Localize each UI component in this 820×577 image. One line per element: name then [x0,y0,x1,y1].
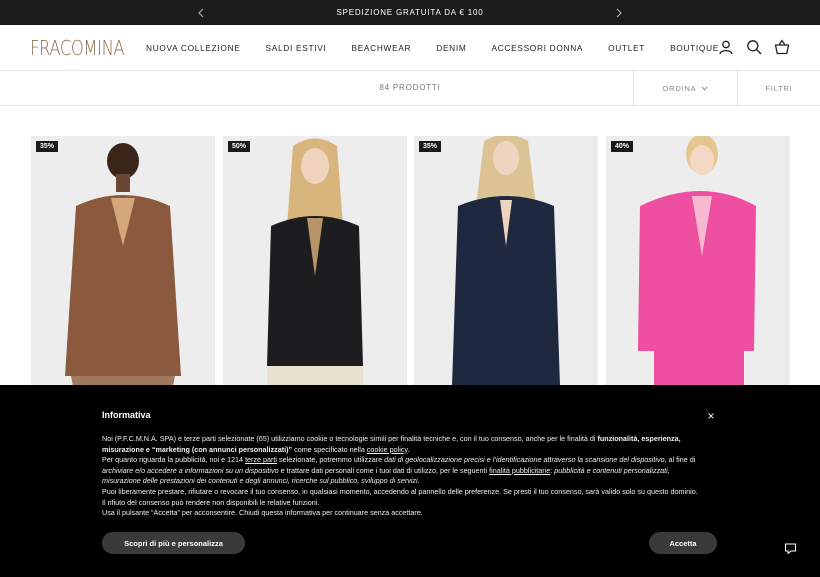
product-image [267,138,363,386]
ad-purposes-link[interactable]: finalità pubblicitarie [489,466,550,475]
product-image [452,136,560,386]
product-image [65,143,181,386]
nav-item-beachwear[interactable]: BEACHWEAR [351,43,411,53]
announcement-text: SPEDIZIONE GRATUITA DA € 100 [336,8,484,17]
cookie-policy-link[interactable]: cookie policy [367,445,408,454]
collection-toolbar: 84 PRODOTTI ORDINA FILTRI [0,71,820,106]
discount-badge: 35% [419,141,442,152]
product-image [638,136,756,386]
discount-badge: 50% [228,141,251,152]
cookie-text: Noi (P.F.C.M.N.A. SPA) e terze parti sel… [102,434,702,519]
site-header: FRACOMINA NUOVA COLLEZIONE SALDI ESTIVI … [0,25,820,71]
account-icon[interactable] [718,39,734,55]
discount-badge: 35% [36,141,59,152]
chevron-right-icon[interactable] [612,6,626,20]
third-parties-link[interactable]: terze parti [245,455,277,464]
search-icon[interactable] [746,39,762,55]
header-icons [718,39,790,55]
nav-item-outlet[interactable]: OUTLET [608,43,645,53]
learn-more-button[interactable]: Scopri di più e personalizza [102,532,245,554]
product-card[interactable]: 50% [223,136,407,386]
nav-item-boutique[interactable]: BOUTIQUE [670,43,719,53]
cart-icon[interactable] [774,39,790,55]
cookie-paragraph-1: Noi (P.F.C.M.N.A. SPA) e terze parti sel… [102,434,681,454]
close-icon[interactable]: × [704,409,718,423]
sort-button[interactable]: ORDINA [633,71,737,106]
cookie-paragraph-2: Per quanto riguarda la pubblicità, noi e… [102,455,696,486]
filters-label: FILTRI [765,84,793,93]
chat-icon[interactable] [784,542,797,555]
logo[interactable]: FRACOMINA [30,36,125,60]
chevron-left-icon[interactable] [194,6,208,20]
product-card[interactable]: 35% [31,136,215,386]
announcement-bar: SPEDIZIONE GRATUITA DA € 100 [0,0,820,25]
product-card[interactable]: 40% [606,136,790,386]
nav-item-saldi-estivi[interactable]: SALDI ESTIVI [266,43,327,53]
cookie-paragraph-4: Usa il pulsante “Accetta” per acconsenti… [102,508,423,518]
cookie-banner: Informativa × Noi (P.F.C.M.N.A. SPA) e t… [0,385,820,577]
main-nav: NUOVA COLLEZIONE SALDI ESTIVI BEACHWEAR … [146,25,744,71]
nav-item-nuova-collezione[interactable]: NUOVA COLLEZIONE [146,43,241,53]
product-card[interactable]: 35% [414,136,598,386]
nav-item-accessori-donna[interactable]: ACCESSORI DONNA [491,43,583,53]
filters-button[interactable]: FILTRI [737,71,820,106]
sort-label: ORDINA [662,84,697,93]
chevron-down-icon [702,86,708,91]
cookie-title: Informativa [102,410,151,420]
cookie-paragraph-3: Puoi liberamente prestare, rifiutare o r… [102,486,698,507]
discount-badge: 40% [611,141,634,152]
nav-item-denim[interactable]: DENIM [436,43,466,53]
accept-button[interactable]: Accetta [649,532,717,554]
